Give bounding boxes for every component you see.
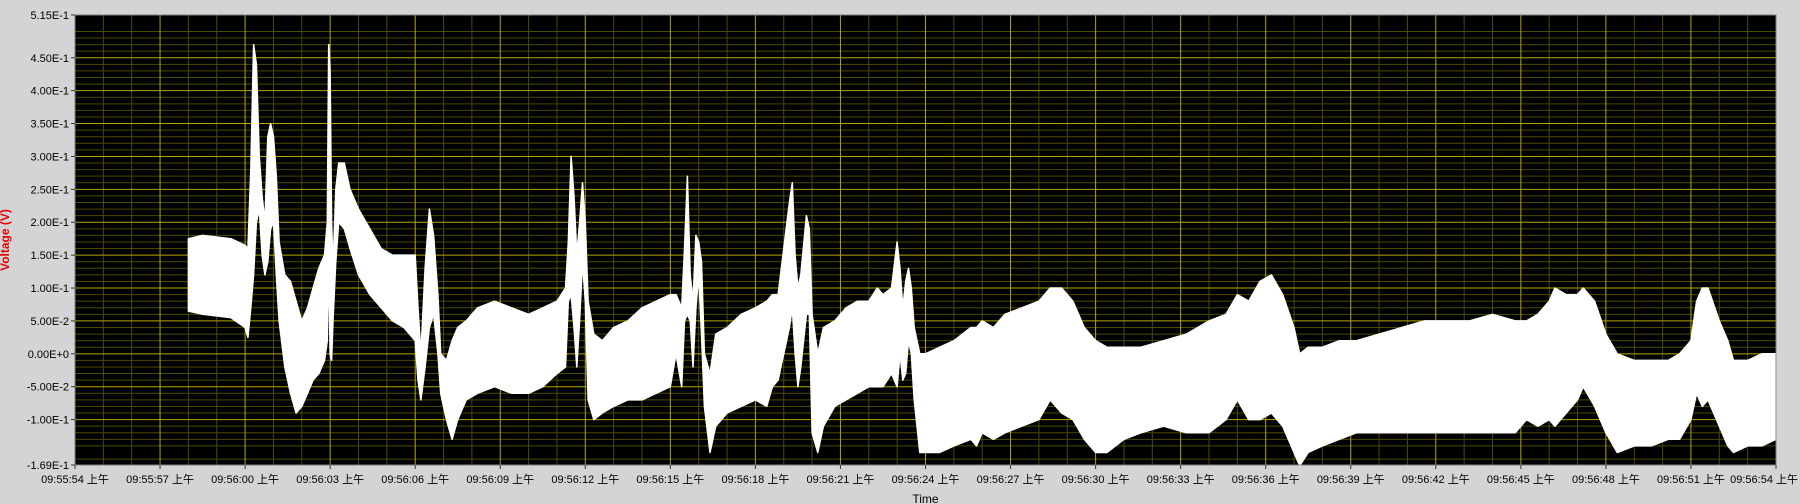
y-tick-label: -5.00E-2 bbox=[27, 382, 69, 394]
y-tick-label: 3.00E-1 bbox=[30, 151, 69, 163]
x-tick-label: 09:56:09 上午 bbox=[466, 473, 534, 486]
x-tick-label: 09:55:54 上午 bbox=[41, 473, 109, 486]
x-tick-label: 09:55:57 上午 bbox=[126, 473, 194, 486]
x-tick-label: 09:56:30 上午 bbox=[1062, 473, 1130, 486]
y-axis-label: Voltage (V) bbox=[0, 209, 12, 271]
y-tick-label: 2.00E-1 bbox=[30, 217, 69, 229]
x-tick-label: 09:56:39 上午 bbox=[1317, 473, 1385, 486]
y-tick-label: -1.00E-1 bbox=[27, 415, 69, 427]
x-axis-label: Time bbox=[912, 492, 939, 504]
y-tick-label: 5.00E-2 bbox=[30, 316, 69, 328]
y-tick-label: 4.00E-1 bbox=[30, 86, 69, 98]
x-tick-label: 09:56:48 上午 bbox=[1572, 473, 1640, 486]
x-tick-label: 09:56:12 上午 bbox=[551, 473, 619, 486]
x-tick-label: 09:56:33 上午 bbox=[1147, 473, 1215, 486]
x-tick-label: 09:56:21 上午 bbox=[807, 473, 875, 486]
y-tick-label: 4.50E-1 bbox=[30, 53, 69, 65]
y-tick-label: -1.69E-1 bbox=[27, 460, 69, 472]
y-tick-label: 2.50E-1 bbox=[30, 184, 69, 196]
x-tick-label: 09:56:03 上午 bbox=[296, 473, 364, 486]
x-tick-label: 09:56:51 上午 bbox=[1657, 473, 1725, 486]
x-tick-label: 09:56:27 上午 bbox=[977, 473, 1045, 486]
x-tick-label: 09:56:15 上午 bbox=[636, 473, 704, 486]
y-tick-label: 0.00E+0 bbox=[28, 349, 69, 361]
voltage-time-chart: 5.15E-1 4.50E-1 4.00E-1 3.50E-1 3.00E-1 2.50E… bbox=[0, 0, 1800, 504]
y-tick-label: 1.00E-1 bbox=[30, 283, 69, 295]
x-tick-label: 09:56:42 上午 bbox=[1402, 473, 1470, 486]
x-tick-label: 09:56:45 上午 bbox=[1487, 473, 1555, 486]
x-tick-label: 09:56:00 上午 bbox=[211, 473, 279, 486]
y-tick-label: 3.50E-1 bbox=[30, 119, 69, 131]
y-tick-label: 1.50E-1 bbox=[30, 250, 69, 262]
x-tick-label: 09:56:18 上午 bbox=[721, 473, 789, 486]
x-tick-label: 09:56:06 上午 bbox=[381, 473, 449, 486]
x-tick-label: 09:56:36 上午 bbox=[1232, 473, 1300, 486]
x-tick-label: 09:56:24 上午 bbox=[892, 473, 960, 486]
y-tick-label: 5.15E-1 bbox=[30, 10, 69, 22]
x-tick-label: 09:56:54 上午 bbox=[1730, 473, 1798, 486]
